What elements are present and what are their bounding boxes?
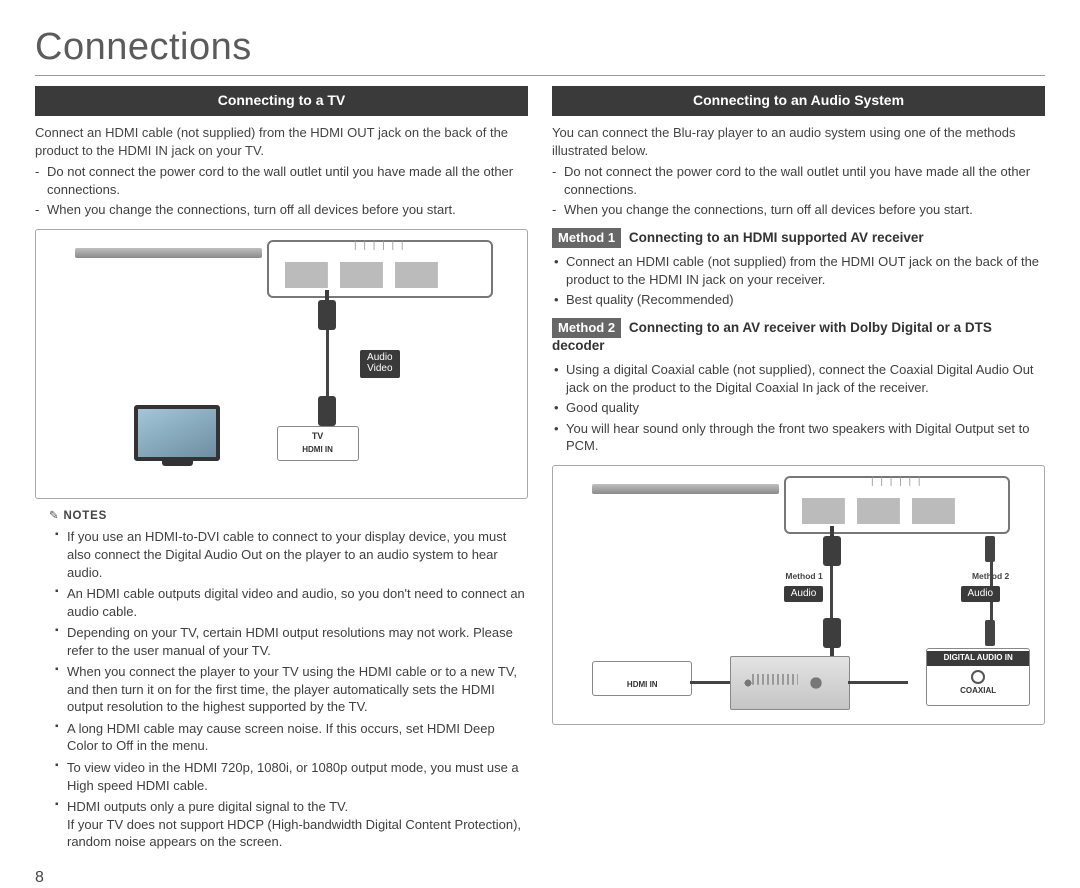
hdmi-plug-icon — [318, 396, 336, 426]
cable-label-audio-video: Audio Video — [360, 350, 400, 378]
point-item: Using a digital Coaxial cable (not suppl… — [552, 361, 1045, 396]
caution-item: When you change the connections, turn of… — [552, 201, 1045, 219]
note-item: Depending on your TV, certain HDMI outpu… — [35, 624, 528, 659]
cable-label-audio-m2: Audio — [961, 586, 1001, 603]
audio-caution-list: Do not connect the power cord to the wal… — [552, 163, 1045, 219]
digital-audio-in-label: DIGITAL AUDIO IN — [927, 651, 1029, 666]
audio-lead-text: You can connect the Blu-ray player to an… — [552, 124, 1045, 159]
hdmi-plug-icon — [823, 536, 841, 566]
two-column-layout: Connecting to a TV Connect an HDMI cable… — [35, 86, 1045, 856]
bluray-player-icon — [75, 248, 262, 258]
point-item: Connect an HDMI cable (not supplied) fro… — [552, 253, 1045, 288]
point-item: Best quality (Recommended) — [552, 291, 1045, 309]
note-item: A long HDMI cable may cause screen noise… — [35, 720, 528, 755]
left-column: Connecting to a TV Connect an HDMI cable… — [35, 86, 528, 856]
coax-plug-icon — [985, 536, 995, 562]
tv-icon — [134, 405, 220, 461]
note-item: If you use an HDMI-to-DVI cable to conne… — [35, 528, 528, 581]
method1-points: Connect an HDMI cable (not supplied) fro… — [552, 253, 1045, 309]
coax-jack-icon — [971, 670, 985, 684]
tv-label: TV — [278, 427, 358, 445]
notes-list: If you use an HDMI-to-DVI cable to conne… — [35, 528, 528, 850]
hdmi-cable-icon — [326, 330, 329, 396]
notes-heading: NOTES — [49, 509, 528, 525]
note-item: An HDMI cable outputs digital video and … — [35, 585, 528, 620]
method2-caption: Method 2 — [956, 571, 1026, 582]
rear-ports-callout — [267, 240, 493, 298]
right-column: Connecting to an Audio System You can co… — [552, 86, 1045, 856]
method1-caption: Method 1 — [769, 571, 839, 582]
tv-port-box: TV HDMI IN — [277, 426, 359, 461]
bluray-player-icon — [592, 484, 779, 494]
point-item: You will hear sound only through the fro… — [552, 420, 1045, 455]
method1-title: Connecting to an HDMI supported AV recei… — [629, 230, 924, 245]
caution-item: When you change the connections, turn of… — [35, 201, 528, 219]
cable-label-audio-m1: Audio — [784, 586, 824, 603]
hdmi-plug-icon — [823, 618, 841, 648]
digital-audio-in-box: DIGITAL AUDIO IN COAXIAL — [926, 648, 1030, 706]
tv-lead-text: Connect an HDMI cable (not supplied) fro… — [35, 124, 528, 159]
page-number: 8 — [35, 867, 1045, 888]
coax-plug-icon — [985, 620, 995, 646]
section-heading-audio: Connecting to an Audio System — [552, 86, 1045, 116]
av-receiver-icon — [730, 656, 850, 710]
note-item: When you connect the player to your TV u… — [35, 663, 528, 716]
wire-icon — [848, 681, 908, 684]
wire-icon — [690, 681, 730, 684]
method1-heading: Method 1 Connecting to an HDMI supported… — [552, 229, 1045, 247]
method2-heading: Method 2 Connecting to an AV receiver wi… — [552, 319, 1045, 355]
tv-hdmi-in-label: HDMI IN — [278, 445, 358, 460]
coaxial-label: COAXIAL — [927, 686, 1029, 701]
tv-connection-diagram: Audio Video TV HDMI IN — [35, 229, 528, 499]
note-item: To view video in the HDMI 720p, 1080i, o… — [35, 759, 528, 794]
caution-item: Do not connect the power cord to the wal… — [35, 163, 528, 198]
section-heading-tv: Connecting to a TV — [35, 86, 528, 116]
tv-caution-list: Do not connect the power cord to the wal… — [35, 163, 528, 219]
method1-tag: Method 1 — [552, 228, 621, 248]
method2-tag: Method 2 — [552, 318, 621, 338]
hdmi-in-box: HDMI IN — [592, 661, 692, 696]
caution-item: Do not connect the power cord to the wal… — [552, 163, 1045, 198]
hdmi-plug-icon — [318, 300, 336, 330]
method2-points: Using a digital Coaxial cable (not suppl… — [552, 361, 1045, 455]
page-title: Connections — [35, 22, 1045, 76]
rear-ports-callout — [784, 476, 1010, 534]
audio-connection-diagram: Method 1 Audio Method 2 Audio HDMI IN DI… — [552, 465, 1045, 725]
note-item: HDMI outputs only a pure digital signal … — [35, 798, 528, 851]
point-item: Good quality — [552, 399, 1045, 417]
hdmi-in-label: HDMI IN — [593, 680, 691, 695]
